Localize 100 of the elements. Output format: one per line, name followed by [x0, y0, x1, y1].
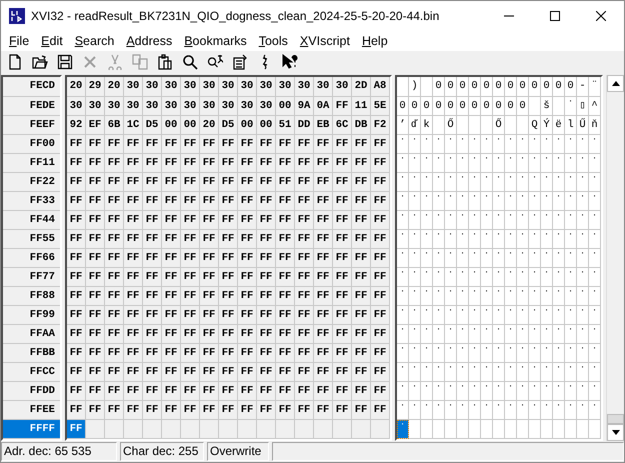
- hex-byte-cell[interactable]: FF: [238, 382, 257, 402]
- hex-byte-cell[interactable]: FF: [143, 268, 162, 287]
- text-char-cell[interactable]: ˙: [481, 154, 493, 173]
- hex-byte-cell[interactable]: FF: [181, 154, 200, 173]
- text-char-cell[interactable]: ˙: [529, 154, 541, 173]
- hex-byte-cell[interactable]: FF: [124, 134, 143, 154]
- text-char-cell[interactable]: 0: [493, 96, 505, 116]
- text-char-cell[interactable]: ˙: [469, 306, 481, 326]
- hex-byte-cell[interactable]: FF: [181, 344, 200, 364]
- text-char-cell[interactable]: ˙: [493, 134, 505, 154]
- text-char-cell[interactable]: ˙: [577, 344, 589, 364]
- hex-byte-cell[interactable]: 00: [162, 116, 181, 135]
- text-char-cell[interactable]: ˙: [577, 134, 589, 154]
- hex-byte-cell[interactable]: 30: [124, 77, 143, 96]
- text-char-cell[interactable]: ˙: [541, 134, 553, 154]
- hex-byte-cell[interactable]: FF: [219, 172, 238, 192]
- scroll-up-button[interactable]: [607, 75, 624, 92]
- hex-byte-cell[interactable]: FF: [295, 230, 314, 249]
- text-char-cell[interactable]: Ő: [445, 116, 457, 135]
- text-char-cell[interactable]: ˙: [409, 210, 421, 230]
- hex-byte-cell[interactable]: FF: [143, 363, 162, 382]
- text-char-cell[interactable]: ˙: [481, 210, 493, 230]
- hex-byte-cell[interactable]: FF: [86, 306, 105, 326]
- hex-byte-cell[interactable]: FF: [352, 382, 371, 402]
- text-char-cell[interactable]: ˙: [517, 230, 529, 249]
- text-char-cell[interactable]: ˙: [553, 306, 565, 326]
- hex-byte-cell[interactable]: FF: [333, 134, 352, 154]
- text-char-cell[interactable]: ˙: [505, 286, 517, 306]
- hex-byte-cell[interactable]: FF: [219, 286, 238, 306]
- text-char-cell[interactable]: ˙: [529, 192, 541, 211]
- text-char-cell[interactable]: ˙: [517, 192, 529, 211]
- hex-byte-cell[interactable]: FF: [86, 325, 105, 344]
- text-char-cell[interactable]: ˙: [565, 248, 577, 268]
- text-char-cell[interactable]: ˙: [517, 325, 529, 344]
- hex-byte-cell[interactable]: FF: [295, 363, 314, 382]
- hex-byte-cell[interactable]: FF: [143, 325, 162, 344]
- hex-byte-cell[interactable]: FF: [219, 154, 238, 173]
- hex-byte-cell[interactable]: FF: [181, 325, 200, 344]
- text-char-cell[interactable]: ˙: [457, 382, 469, 402]
- menu-item[interactable]: Bookmarks: [178, 31, 253, 51]
- text-char-cell[interactable]: ˙: [445, 401, 457, 420]
- text-char-cell[interactable]: 0: [409, 96, 421, 116]
- hex-byte-cell[interactable]: 30: [238, 96, 257, 116]
- hex-byte-cell[interactable]: FF: [352, 344, 371, 364]
- text-char-cell[interactable]: ˙: [493, 306, 505, 326]
- text-char-cell[interactable]: ˙: [541, 192, 553, 211]
- hex-byte-cell[interactable]: FF: [143, 154, 162, 173]
- text-char-cell[interactable]: ˙: [409, 248, 421, 268]
- hex-byte-cell[interactable]: FF: [276, 230, 295, 249]
- text-char-cell[interactable]: ˙: [529, 172, 541, 192]
- text-char-cell[interactable]: ˙: [457, 401, 469, 420]
- hex-byte-cell[interactable]: FF: [314, 325, 333, 344]
- text-char-cell[interactable]: ˙: [493, 401, 505, 420]
- hex-byte-cell[interactable]: 00: [238, 116, 257, 135]
- hex-byte-cell[interactable]: FF: [162, 134, 181, 154]
- text-char-cell[interactable]: ˙: [577, 363, 589, 382]
- text-char-cell[interactable]: ˙: [541, 230, 553, 249]
- hex-byte-cell[interactable]: FF: [105, 286, 124, 306]
- hex-byte-cell[interactable]: FF: [86, 248, 105, 268]
- text-char-cell[interactable]: ˙: [565, 382, 577, 402]
- text-char-cell[interactable]: ˙: [421, 286, 433, 306]
- text-char-cell[interactable]: ˙: [445, 268, 457, 287]
- hex-byte-cell[interactable]: FF: [333, 268, 352, 287]
- hex-byte-cell[interactable]: FF: [333, 363, 352, 382]
- text-char-cell[interactable]: ˙: [397, 306, 409, 326]
- text-char-cell[interactable]: ˙: [481, 401, 493, 420]
- hex-byte-cell[interactable]: FF: [143, 134, 162, 154]
- text-char-cell[interactable]: ˙: [421, 344, 433, 364]
- text-char-cell[interactable]: ˙: [529, 210, 541, 230]
- text-char-cell[interactable]: ˙: [409, 382, 421, 402]
- hex-byte-cell[interactable]: FF: [352, 210, 371, 230]
- text-char-cell[interactable]: ˙: [493, 248, 505, 268]
- hex-byte-cell[interactable]: FF: [200, 134, 219, 154]
- hex-byte-cell[interactable]: 30: [181, 77, 200, 96]
- text-char-cell[interactable]: ˙: [577, 154, 589, 173]
- text-char-cell[interactable]: ˙: [445, 134, 457, 154]
- hex-byte-cell[interactable]: FF: [124, 306, 143, 326]
- hex-byte-cell[interactable]: 1C: [124, 116, 143, 135]
- hex-byte-cell[interactable]: DB: [352, 116, 371, 135]
- text-char-cell[interactable]: ˙: [421, 382, 433, 402]
- text-char-cell[interactable]: ˙: [409, 154, 421, 173]
- text-char-cell[interactable]: ˙: [397, 382, 409, 402]
- hex-byte-cell[interactable]: FF: [333, 210, 352, 230]
- hex-byte-cell[interactable]: 30: [219, 96, 238, 116]
- text-char-cell[interactable]: ^: [589, 96, 601, 116]
- text-char-cell[interactable]: ˙: [541, 286, 553, 306]
- hex-byte-cell[interactable]: FF: [67, 248, 86, 268]
- hex-byte-cell[interactable]: FF: [371, 230, 390, 249]
- hex-byte-cell[interactable]: FF: [314, 134, 333, 154]
- text-char-cell[interactable]: 0: [481, 96, 493, 116]
- text-char-cell[interactable]: ˙: [481, 363, 493, 382]
- text-char-cell[interactable]: ˙: [397, 420, 409, 440]
- hex-byte-cell[interactable]: D5: [219, 116, 238, 135]
- text-char-cell[interactable]: ň: [589, 116, 601, 135]
- hex-byte-cell[interactable]: FF: [219, 325, 238, 344]
- hex-byte-cell[interactable]: FF: [276, 154, 295, 173]
- text-char-cell[interactable]: k: [421, 116, 433, 135]
- text-char-cell[interactable]: ˙: [457, 210, 469, 230]
- hex-byte-cell[interactable]: FF: [67, 344, 86, 364]
- text-char-cell[interactable]: ˙: [421, 210, 433, 230]
